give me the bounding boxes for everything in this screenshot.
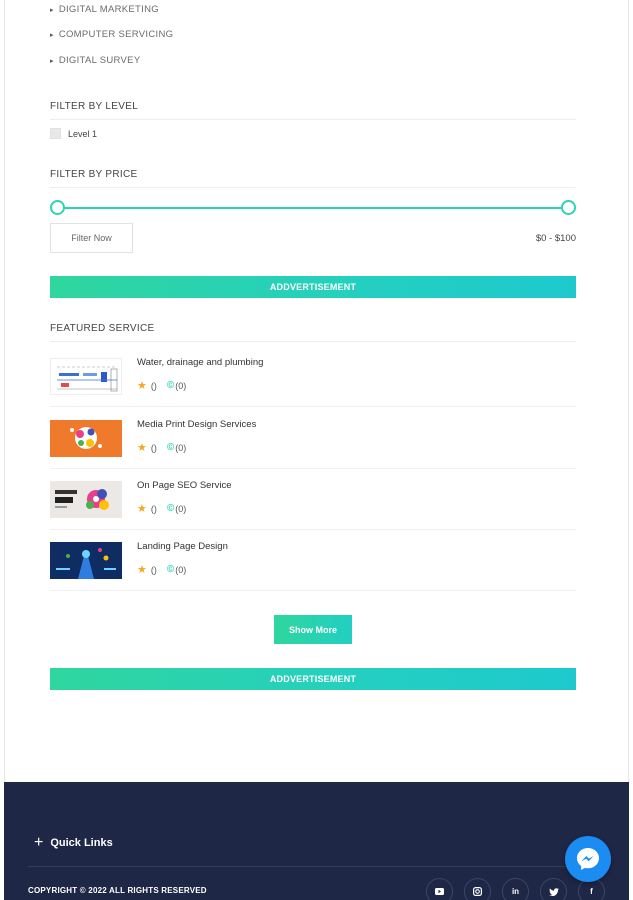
service-orders: (0) (175, 564, 187, 575)
service-meta: ★ () © (0) (137, 441, 186, 454)
messenger-chat-button[interactable] (565, 836, 611, 882)
level-1-label: Level 1 (68, 128, 98, 139)
category-link-computer-servicing[interactable]: ▸ COMPUTER SERVICING (50, 29, 173, 40)
service-title[interactable]: Media Print Design Services (137, 419, 256, 430)
level-1-option[interactable]: Level 1 (50, 128, 97, 139)
divider (28, 866, 605, 867)
category-label: DIGITAL MARKETING (58, 4, 159, 15)
quick-links-toggle[interactable]: + Quick Links (34, 834, 113, 852)
service-rating: () (150, 442, 157, 453)
service-meta: ★ () © (0) (137, 502, 186, 515)
show-more-button[interactable]: Show More (274, 615, 352, 644)
plumbing-thumbnail[interactable] (50, 358, 122, 395)
level-1-checkbox[interactable] (50, 128, 61, 139)
service-meta: ★ () © (0) (137, 379, 186, 392)
messenger-icon (577, 848, 599, 870)
advertisement-banner[interactable]: ADDVERTISEMENT (50, 276, 576, 298)
copyright-text: COPYRIGHT © 2022 ALL RIGHTS RESERVED (28, 886, 207, 895)
youtube-icon[interactable] (426, 878, 453, 900)
star-icon: ★ (137, 442, 147, 454)
divider (50, 187, 576, 188)
featured-service-title: FEATURED SERVICE (50, 323, 155, 334)
category-label: DIGITAL SURVEY (58, 55, 141, 66)
featured-service-item[interactable]: Landing Page Design ★ () © (0) (50, 530, 576, 591)
star-icon: ★ (137, 503, 147, 515)
star-icon: ★ (137, 380, 147, 392)
orders-icon: © (166, 564, 175, 575)
filter-level-title: FILTER BY LEVEL (50, 101, 139, 112)
caret-right-icon: ▸ (50, 6, 54, 14)
caret-right-icon: ▸ (50, 31, 54, 39)
caret-right-icon: ▸ (50, 57, 54, 65)
seo-thumbnail[interactable] (50, 481, 122, 518)
star-icon: ★ (137, 564, 147, 576)
plus-icon: + (34, 834, 44, 851)
featured-service-item[interactable]: Media Print Design Services ★ () © (0) (50, 408, 576, 469)
featured-service-item[interactable]: On Page SEO Service ★ () © (0) (50, 469, 576, 530)
print-design-thumbnail[interactable] (50, 420, 122, 457)
service-rating: () (150, 380, 157, 391)
service-meta: ★ () © (0) (137, 563, 186, 576)
advertisement-banner[interactable]: ADDVERTISEMENT (50, 668, 576, 690)
service-orders: (0) (175, 442, 187, 453)
category-link-digital-survey[interactable]: ▸ DIGITAL SURVEY (50, 55, 140, 66)
orders-icon: © (166, 442, 175, 453)
service-title[interactable]: Landing Page Design (137, 541, 228, 552)
service-rating: () (150, 564, 157, 575)
quick-links-label: Quick Links (50, 837, 113, 849)
instagram-icon[interactable] (464, 878, 491, 900)
twitter-icon[interactable] (540, 878, 567, 900)
filter-price-title: FILTER BY PRICE (50, 169, 138, 180)
price-range-text: $0 - $100 (535, 233, 576, 244)
price-slider-track[interactable] (57, 207, 569, 209)
divider (50, 341, 576, 342)
orders-icon: © (166, 380, 175, 391)
service-orders: (0) (175, 503, 187, 514)
service-rating: () (150, 503, 157, 514)
divider (50, 590, 576, 591)
divider (50, 406, 576, 407)
category-label: COMPUTER SERVICING (58, 29, 174, 40)
filter-now-button[interactable]: Filter Now (50, 223, 133, 253)
service-title[interactable]: Water, drainage and plumbing (137, 357, 263, 368)
linkedin-icon[interactable]: in (502, 878, 529, 900)
orders-icon: © (166, 503, 175, 514)
price-slider-min-handle[interactable] (50, 200, 65, 215)
featured-service-item[interactable]: Water, drainage and plumbing ★ () © (0) (50, 346, 576, 407)
footer: + Quick Links COPYRIGHT © 2022 ALL RIGHT… (4, 782, 629, 900)
landing-page-thumbnail[interactable] (50, 542, 122, 579)
service-orders: (0) (175, 380, 187, 391)
service-title[interactable]: On Page SEO Service (137, 480, 232, 491)
price-slider-max-handle[interactable] (561, 200, 576, 215)
divider (50, 119, 576, 120)
category-link-digital-marketing[interactable]: ▸ DIGITAL MARKETING (50, 4, 159, 15)
